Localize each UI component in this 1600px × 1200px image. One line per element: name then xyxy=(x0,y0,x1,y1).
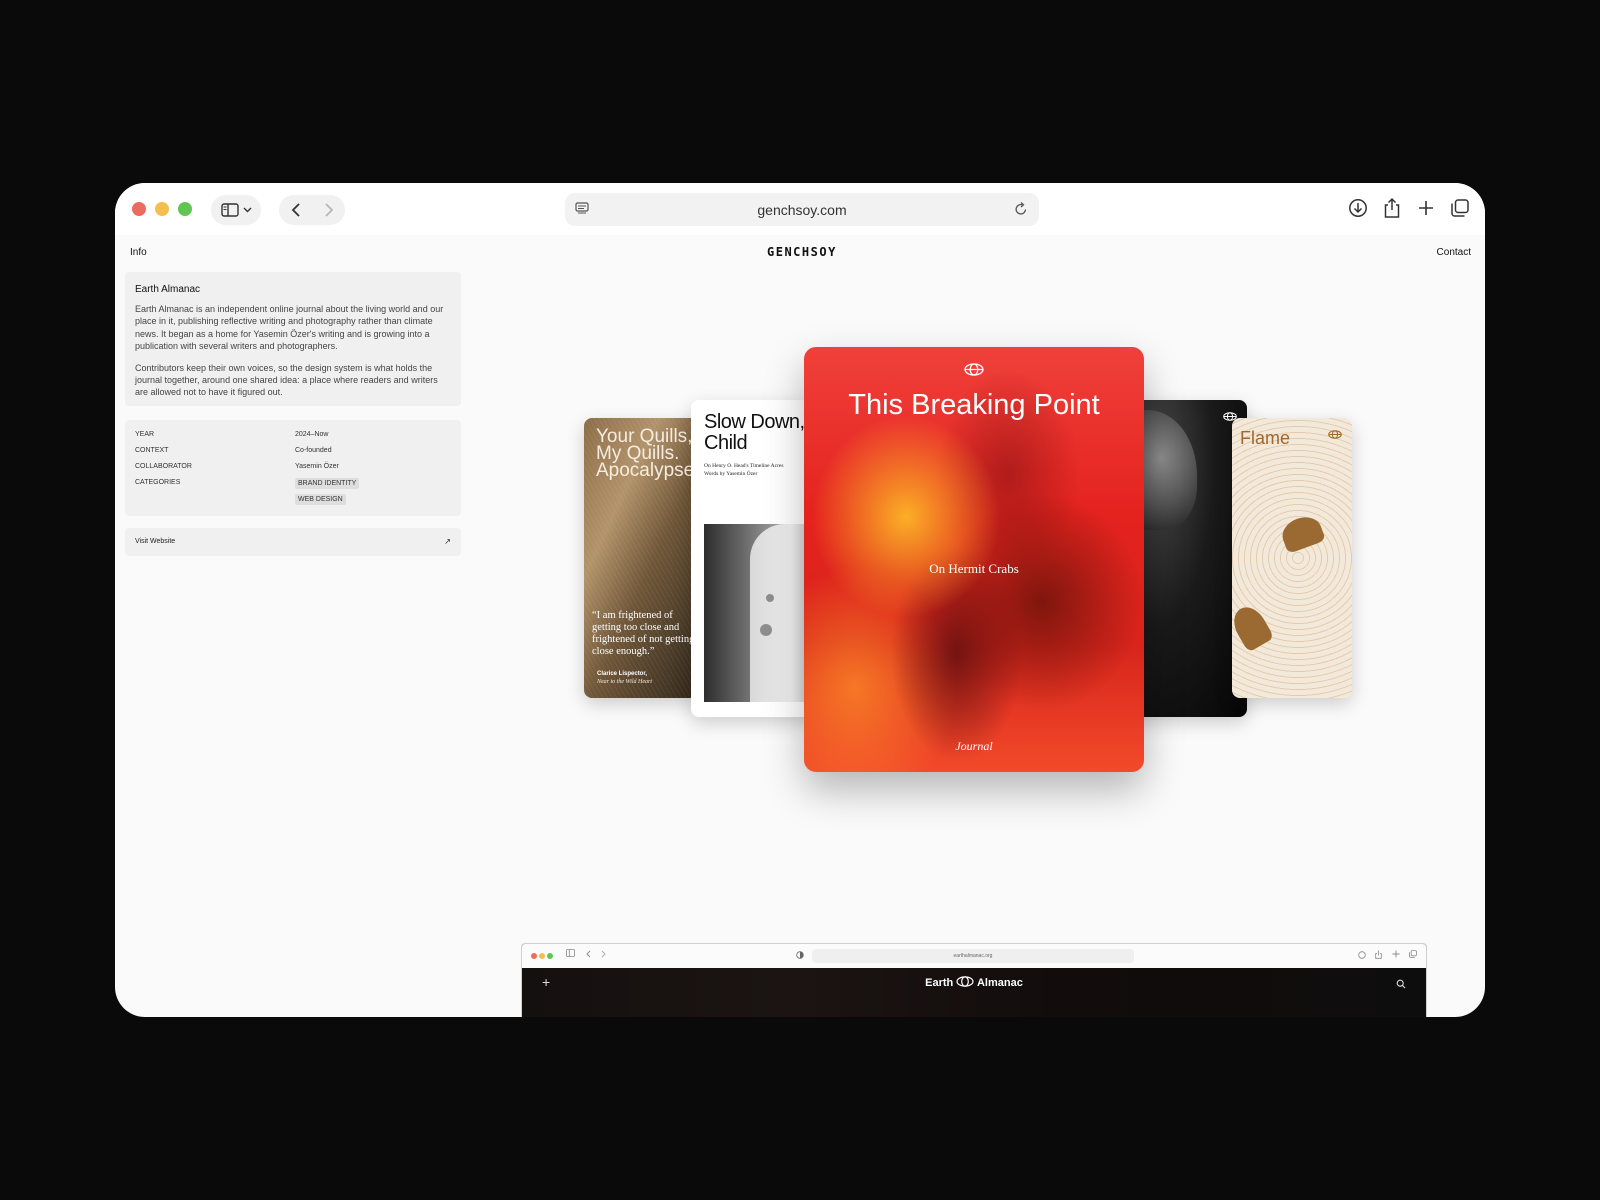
preview-back-icon xyxy=(586,950,591,960)
preview-tabs-icon xyxy=(1409,950,1417,960)
preview-forward-icon xyxy=(601,950,606,960)
preview-download-icon xyxy=(1358,951,1366,961)
chevron-down-icon xyxy=(243,207,252,213)
card-byline-author: Words by Yasemin Özer xyxy=(704,471,758,477)
maximize-window-button[interactable] xyxy=(178,202,192,216)
preview-logo-left: Earth xyxy=(925,977,954,989)
photo-detail xyxy=(760,624,772,636)
tabs-icon[interactable] xyxy=(1449,196,1471,220)
navigation-buttons xyxy=(279,195,345,225)
contact-link[interactable]: Contact xyxy=(1437,247,1471,258)
card-subtitle: On Hermit Crabs xyxy=(929,561,1019,576)
project-title: Earth Almanac xyxy=(135,284,201,295)
info-link[interactable]: Info xyxy=(130,247,147,258)
preview-toolbar: earthalmanac.org xyxy=(522,944,1426,968)
visit-website-link[interactable]: Visit Website ↗ xyxy=(125,528,461,556)
journal-card-breaking-point[interactable]: This Breaking Point On Hermit Crabs Jour… xyxy=(804,347,1144,772)
card-byline: On Henry O. Head's Timeline Acres Words … xyxy=(704,462,784,478)
visit-website-label: Visit Website xyxy=(135,538,176,545)
browser-window: genchsoy.com Info GENCHSOY Contact Earth… xyxy=(115,183,1485,1017)
concentric-pattern xyxy=(1232,418,1352,698)
meta-value: 2024–Now xyxy=(295,431,329,438)
preview-minimize-dot xyxy=(539,953,545,959)
globe-icon xyxy=(964,363,984,376)
project-paragraph: Contributors keep their own voices, so t… xyxy=(135,362,438,398)
journal-card-flame[interactable]: Flame xyxy=(1232,418,1352,698)
photo-detail xyxy=(766,594,774,602)
preview-plus-icon xyxy=(1392,950,1400,960)
category-tags: BRAND IDENTITY WEB DESIGN xyxy=(295,478,365,510)
preview-site-header: + Earth Almanac xyxy=(522,968,1426,1017)
search-icon xyxy=(1396,976,1406,994)
category-tag[interactable]: BRAND IDENTITY xyxy=(295,478,360,489)
preview-close-dot xyxy=(531,953,537,959)
journal-card-slow-down[interactable]: Slow Down, Crazy Child On Henry O. Head'… xyxy=(691,400,815,717)
project-description-panel: Earth Almanac Earth Almanac is an indepe… xyxy=(125,272,461,406)
preview-logo-right: Almanac xyxy=(976,977,1023,989)
meta-label: CATEGORIES xyxy=(135,479,181,486)
journal-card-quills[interactable]: Your Quills, My Quills. Apocalypse “I am… xyxy=(584,418,702,698)
meta-value: Co-founded xyxy=(295,447,332,454)
plus-icon[interactable] xyxy=(1415,196,1437,220)
external-link-icon: ↗ xyxy=(444,537,451,546)
website-preview: earthalmanac.org + Earth Almanac xyxy=(521,943,1427,1017)
preview-maximize-dot xyxy=(547,953,553,959)
meta-row-collaborator: COLLABORATOR Yasemin Özer xyxy=(135,463,451,479)
preview-privacy-icon xyxy=(796,951,804,961)
minimize-window-button[interactable] xyxy=(155,202,169,216)
download-icon[interactable] xyxy=(1347,196,1369,220)
close-window-button[interactable] xyxy=(132,202,146,216)
card-title: This Breaking Point xyxy=(848,389,1100,421)
web-page: Info GENCHSOY Contact Earth Almanac Eart… xyxy=(115,235,1485,1017)
reload-icon[interactable] xyxy=(1014,201,1028,217)
url-text: genchsoy.com xyxy=(757,201,847,218)
browser-toolbar: genchsoy.com xyxy=(115,183,1485,235)
card-footer: Journal xyxy=(955,739,993,753)
meta-label: COLLABORATOR xyxy=(135,463,192,470)
forward-icon[interactable] xyxy=(324,202,334,218)
preview-sidebar-icon xyxy=(566,949,575,959)
card-photo xyxy=(704,524,815,702)
preview-url-bar: earthalmanac.org xyxy=(812,949,1134,963)
category-tag[interactable]: WEB DESIGN xyxy=(295,494,346,505)
meta-row-context: CONTEXT Co-founded xyxy=(135,447,451,463)
page-menu-icon[interactable] xyxy=(575,201,589,215)
meta-label: CONTEXT xyxy=(135,447,169,454)
card-quote-author: Clarice Lispector, xyxy=(597,671,648,677)
back-icon[interactable] xyxy=(291,202,301,218)
address-bar[interactable]: genchsoy.com xyxy=(565,193,1039,226)
sidebar-toggle-button[interactable] xyxy=(211,195,261,225)
card-byline-subject: On Henry O. Head's Timeline Acres xyxy=(704,463,784,469)
card-title: Your Quills, My Quills. Apocalypse xyxy=(596,426,695,481)
meta-label: YEAR xyxy=(135,431,155,438)
globe-icon xyxy=(1328,430,1342,439)
meta-row-categories: CATEGORIES BRAND IDENTITY WEB DESIGN xyxy=(135,478,451,505)
site-logo[interactable]: GENCHSOY xyxy=(767,245,837,259)
toolbar-actions xyxy=(1347,196,1471,220)
meta-value: Yasemin Özer xyxy=(295,463,339,470)
project-paragraph: Earth Almanac is an independent online j… xyxy=(135,304,444,352)
meta-row-year: YEAR 2024–Now xyxy=(135,431,451,447)
share-icon[interactable] xyxy=(1381,196,1403,220)
preview-site-logo: Earth Almanac xyxy=(522,976,1426,989)
preview-url-text: earthalmanac.org xyxy=(953,953,993,959)
card-quote-source: Near to the Wild Heart xyxy=(597,679,652,685)
card-title: Flame xyxy=(1240,428,1291,448)
card-quote: “I am frightened of getting too close an… xyxy=(592,610,695,657)
preview-share-icon xyxy=(1375,950,1382,961)
project-meta-panel: YEAR 2024–Now CONTEXT Co-founded COLLABO… xyxy=(125,420,461,516)
sidebar-icon xyxy=(220,203,239,217)
card-title: Slow Down, Crazy Child xyxy=(704,411,815,454)
globe-icon xyxy=(956,976,974,987)
